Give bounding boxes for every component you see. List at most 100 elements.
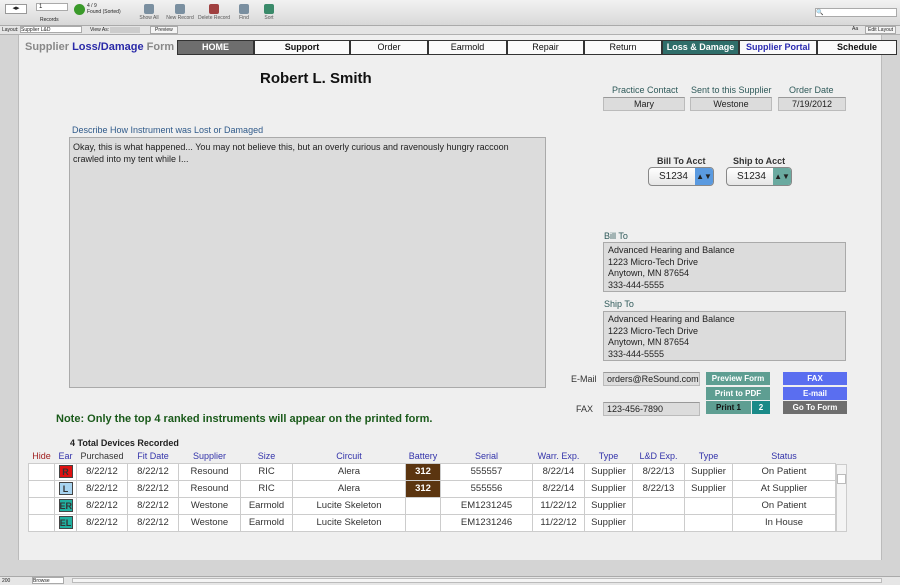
column-header[interactable]: Warr. Exp. xyxy=(533,450,585,463)
table-cell[interactable]: 8/22/12 xyxy=(127,496,179,515)
ship-to-address[interactable]: Advanced Hearing and Balance 1223 Micro-T… xyxy=(603,311,846,361)
show-all-button[interactable]: Show All xyxy=(132,4,166,21)
bill-acct-select[interactable]: S1234 ▲▼ xyxy=(648,167,714,186)
column-header[interactable]: Battery xyxy=(406,450,441,463)
table-cell[interactable]: EM1231245 xyxy=(440,496,533,515)
record-nav-arrows[interactable]: ◂▸ xyxy=(5,4,27,14)
describe-textarea[interactable]: Okay, this is what happened... You may n… xyxy=(69,137,546,388)
table-cell[interactable]: Alera xyxy=(292,462,406,481)
tab-support[interactable]: Support xyxy=(254,40,350,55)
table-cell[interactable]: Supplier xyxy=(584,513,633,532)
new-record-button[interactable]: New Record xyxy=(163,4,197,21)
tab-return[interactable]: Return xyxy=(584,40,662,55)
quick-find-input[interactable]: 🔍 xyxy=(815,8,897,17)
table-cell[interactable] xyxy=(405,513,441,532)
table-cell[interactable] xyxy=(684,496,733,515)
column-header[interactable]: L&D Exp. xyxy=(633,450,685,463)
column-header[interactable]: Hide xyxy=(29,450,55,463)
preview-button[interactable]: Preview xyxy=(150,26,178,34)
column-header[interactable]: Status xyxy=(733,450,836,463)
table-cell[interactable]: Resound xyxy=(178,479,241,498)
edit-layout-button[interactable]: Edit Layout xyxy=(865,26,897,34)
table-cell[interactable]: Supplier xyxy=(684,479,733,498)
table-cell[interactable]: On Patient xyxy=(732,462,836,481)
table-cell[interactable] xyxy=(632,513,685,532)
table-cell[interactable]: Westone xyxy=(178,513,241,532)
table-cell[interactable]: R xyxy=(54,462,77,481)
table-cell[interactable]: RIC xyxy=(240,479,293,498)
fax-field[interactable]: 123-456-7890 xyxy=(603,402,700,416)
table-scrollbar[interactable] xyxy=(836,464,847,532)
print-2-button[interactable]: 2 xyxy=(752,401,770,414)
horizontal-scrollbar[interactable] xyxy=(72,578,882,583)
table-cell[interactable]: 8/22/14 xyxy=(532,479,585,498)
table-cell[interactable]: Supplier xyxy=(584,479,633,498)
table-cell[interactable]: 8/22/12 xyxy=(76,496,128,515)
table-cell[interactable]: Lucite Skeleton xyxy=(292,496,406,515)
table-cell[interactable] xyxy=(684,513,733,532)
record-number-input[interactable]: 1 xyxy=(36,3,68,11)
tab-loss-damage[interactable]: Loss & Damage xyxy=(662,40,739,55)
table-cell[interactable]: EM1231246 xyxy=(440,513,533,532)
table-cell[interactable]: Earmold xyxy=(240,496,293,515)
table-cell[interactable]: Supplier xyxy=(584,496,633,515)
table-cell[interactable] xyxy=(632,496,685,515)
table-cell[interactable]: 555557 xyxy=(440,462,533,481)
bill-to-address[interactable]: Advanced Hearing and Balance 1223 Micro-T… xyxy=(603,242,846,292)
table-cell[interactable]: 8/22/14 xyxy=(532,462,585,481)
column-header[interactable]: Supplier xyxy=(179,450,241,463)
table-cell[interactable]: Supplier xyxy=(584,462,633,481)
table-cell[interactable]: 8/22/12 xyxy=(76,513,128,532)
table-row[interactable]: R 8/22/12 8/22/12 Resound RIC Alera 312 555557 8… xyxy=(28,462,836,481)
table-cell[interactable]: 8/22/12 xyxy=(76,462,128,481)
table-cell[interactable]: EL xyxy=(54,513,77,532)
table-cell[interactable]: 11/22/12 xyxy=(532,513,585,532)
table-cell[interactable]: 312 xyxy=(405,479,441,498)
table-cell[interactable]: 8/22/12 xyxy=(127,479,179,498)
table-cell[interactable]: RIC xyxy=(240,462,293,481)
zoom-level[interactable]: 200 xyxy=(2,578,10,584)
table-cell[interactable]: 8/22/12 xyxy=(76,479,128,498)
delete-record-button[interactable]: Delete Record xyxy=(197,4,231,21)
table-cell[interactable] xyxy=(405,496,441,515)
tab-repair[interactable]: Repair xyxy=(507,40,584,55)
table-cell[interactable]: 312 xyxy=(405,462,441,481)
scroll-thumb[interactable] xyxy=(837,474,846,484)
table-cell[interactable]: 8/22/12 xyxy=(127,513,179,532)
table-cell[interactable] xyxy=(28,462,55,481)
table-cell[interactable]: Earmold xyxy=(240,513,293,532)
table-cell[interactable]: Alera xyxy=(292,479,406,498)
view-as-toggle[interactable] xyxy=(110,27,140,33)
table-row[interactable]: ER 8/22/12 8/22/12 Westone Earmold Lucite Ske… xyxy=(28,496,836,515)
tab-home[interactable]: HOME xyxy=(177,40,254,55)
table-cell[interactable]: 8/22/13 xyxy=(632,479,685,498)
email-field[interactable]: orders@ReSound.com xyxy=(603,372,700,386)
mode-select[interactable]: Browse xyxy=(32,577,64,584)
column-header[interactable]: Serial xyxy=(441,450,533,463)
table-cell[interactable]: L xyxy=(54,479,77,498)
tab-order[interactable]: Order xyxy=(350,40,428,55)
print-1-button[interactable]: Print 1 xyxy=(706,401,751,414)
table-cell[interactable] xyxy=(28,479,55,498)
tab-earmold[interactable]: Earmold xyxy=(428,40,507,55)
sort-button[interactable]: Sort xyxy=(252,4,286,21)
table-cell[interactable]: Westone xyxy=(178,496,241,515)
tab-schedule[interactable]: Schedule xyxy=(817,40,897,55)
table-cell[interactable] xyxy=(28,496,55,515)
table-cell[interactable]: 555556 xyxy=(440,479,533,498)
layout-select[interactable]: Supplier L&D xyxy=(20,26,82,33)
fax-button[interactable]: FAX xyxy=(783,372,847,385)
column-header[interactable]: Ear xyxy=(55,450,77,463)
column-header[interactable]: Purchased xyxy=(77,450,128,463)
table-cell[interactable]: 11/22/12 xyxy=(532,496,585,515)
ship-acct-select[interactable]: S1234 ▲▼ xyxy=(726,167,792,186)
order-date-field[interactable]: 7/19/2012 xyxy=(778,97,846,111)
table-cell[interactable]: At Supplier xyxy=(732,479,836,498)
table-cell[interactable]: 8/22/13 xyxy=(632,462,685,481)
table-cell[interactable]: In House xyxy=(732,513,836,532)
column-header[interactable]: Type xyxy=(585,450,633,463)
table-cell[interactable]: Resound xyxy=(178,462,241,481)
aa-button[interactable]: Aa xyxy=(852,26,858,32)
table-cell[interactable]: Supplier xyxy=(684,462,733,481)
column-header[interactable]: Fit Date xyxy=(128,450,179,463)
